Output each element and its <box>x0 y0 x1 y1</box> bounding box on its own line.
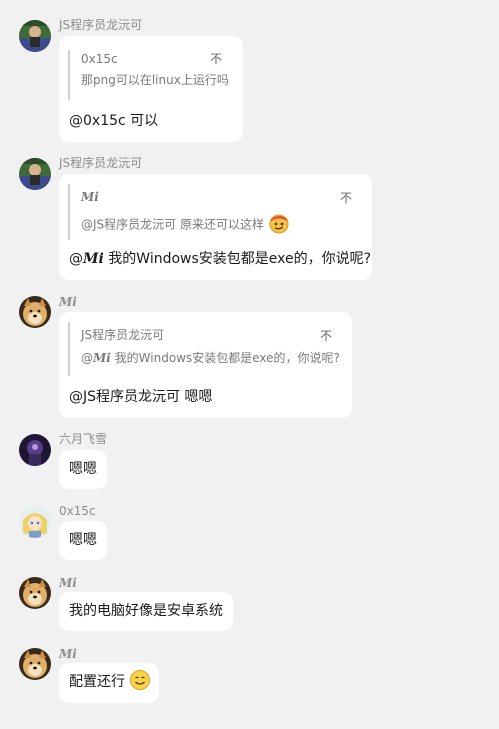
expand-quote-icon[interactable]: 不 <box>340 192 352 204</box>
sender-name[interactable]: JS程序员龙沅可 <box>59 18 142 32</box>
quote-text: @JS程序员龙沅可 原来还可以这样 <box>81 214 290 234</box>
expand-quote-icon[interactable]: 不 <box>210 53 222 65</box>
message-text: 我的电脑好像是安卓系统 <box>69 603 223 619</box>
quote-author: JS程序员龙沅可 <box>81 328 165 342</box>
message-text: 嗯嗯 <box>69 532 97 548</box>
quote-text: 那png可以在linux上运行吗 <box>81 73 229 87</box>
message-bubble[interactable]: Mi 不 @JS程序员龙沅可 原来还可以这样 @Mi 我的Windows安装包都… <box>59 174 372 280</box>
quote-text-content: @JS程序员龙沅可 原来还可以这样 <box>81 217 264 232</box>
sender-name[interactable]: Mi <box>59 647 77 661</box>
message-bubble[interactable]: 我的电脑好像是安卓系统 <box>59 592 233 631</box>
message-body: 我的Windows安装包都是exe的，你说呢? <box>103 251 372 267</box>
message-bubble[interactable]: 嗯嗯 <box>59 450 107 489</box>
avatar-doge[interactable] <box>19 296 51 328</box>
message-body: 配置还行 <box>69 674 125 690</box>
avatar-snow[interactable] <box>19 434 51 466</box>
mention-name[interactable]: Mi <box>83 251 104 267</box>
message-bubble[interactable]: 配置还行 <box>59 663 159 703</box>
smirk-emoji-icon <box>269 214 289 234</box>
message-text: 配置还行 <box>69 670 151 691</box>
expand-quote-icon[interactable]: 不 <box>320 330 332 342</box>
smile-emoji-icon <box>130 670 151 690</box>
message-bubble[interactable]: JS程序员龙沅可 不 @Mi 我的Windows安装包都是exe的，你说呢? @… <box>59 312 352 418</box>
message-text: 嗯嗯 <box>69 461 97 477</box>
message-bubble[interactable]: 0x15c 不 那png可以在linux上运行吗 @0x15c 可以 <box>59 36 243 142</box>
avatar-js[interactable] <box>19 20 51 52</box>
message-text: @JS程序员龙沅可 嗯嗯 <box>69 389 213 405</box>
avatar-doge[interactable] <box>19 648 51 680</box>
message-bubble[interactable]: 嗯嗯 <box>59 521 107 560</box>
quote-mention-name: Mi <box>93 351 111 365</box>
message-text: @Mi 我的Windows安装包都是exe的，你说呢? <box>69 250 371 268</box>
sender-name[interactable]: JS程序员龙沅可 <box>59 156 142 170</box>
sender-name[interactable]: 六月飞雪 <box>59 432 107 446</box>
mention: @ <box>69 251 83 267</box>
quote-text-content: 我的Windows安装包都是exe的，你说呢? <box>110 351 340 365</box>
sender-name[interactable]: Mi <box>59 295 77 309</box>
reply-quote[interactable]: Mi 不 @JS程序员龙沅可 原来还可以这样 <box>68 184 358 240</box>
quote-mention: @ <box>81 351 93 365</box>
reply-quote[interactable]: 0x15c 不 那png可以在linux上运行吗 <box>68 50 232 100</box>
reply-quote[interactable]: JS程序员龙沅可 不 @Mi 我的Windows安装包都是exe的，你说呢? <box>68 322 342 376</box>
sender-name[interactable]: 0x15c <box>59 504 96 518</box>
message-text: @0x15c 可以 <box>69 113 159 129</box>
avatar-js[interactable] <box>19 158 51 190</box>
quote-author: Mi <box>81 190 99 204</box>
quote-text: @Mi 我的Windows安装包都是exe的，你说呢? <box>81 350 340 366</box>
quote-author: 0x15c <box>81 52 118 66</box>
avatar-anime[interactable] <box>19 506 51 538</box>
avatar-doge[interactable] <box>19 577 51 609</box>
sender-name[interactable]: Mi <box>59 576 77 590</box>
